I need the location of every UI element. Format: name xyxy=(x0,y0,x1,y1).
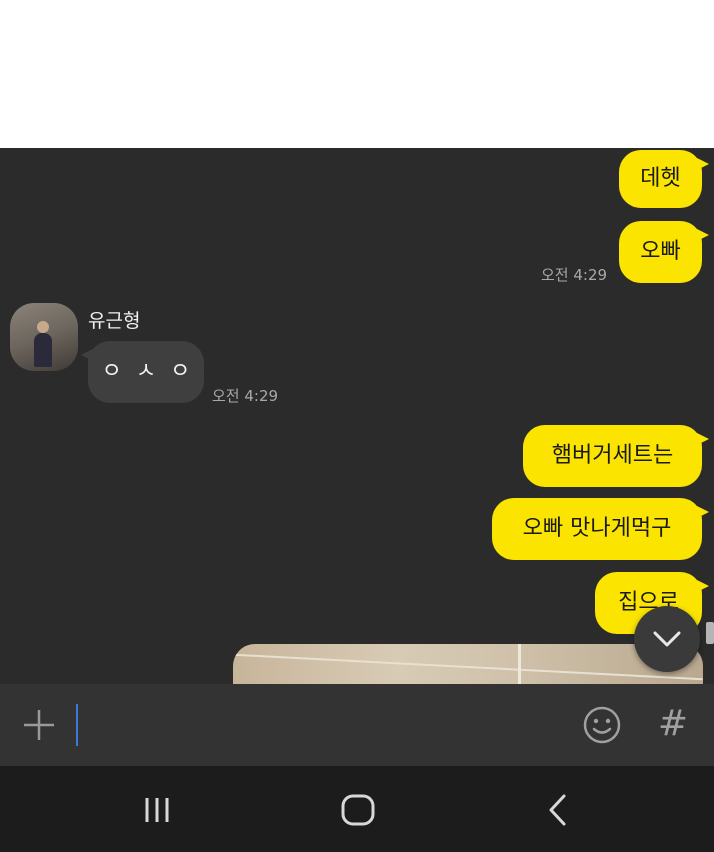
scrollbar-thumb[interactable] xyxy=(706,622,714,644)
message-text: 오빠 xyxy=(640,239,681,264)
sender-name: 유근형 xyxy=(88,310,141,332)
photo-detail xyxy=(518,644,521,684)
scroll-to-bottom-button[interactable] xyxy=(634,606,700,672)
avatar-photo xyxy=(34,321,52,367)
avatar[interactable] xyxy=(10,303,78,371)
message-input[interactable] xyxy=(74,700,554,750)
message-text: ㅇㅅㅇ xyxy=(101,359,205,384)
message-time: 오전 4:29 xyxy=(541,266,608,284)
plus-icon[interactable] xyxy=(22,708,56,742)
emoji-icon[interactable] xyxy=(582,705,622,745)
back-icon[interactable] xyxy=(538,790,578,830)
message-time: 오전 4:29 xyxy=(212,387,279,405)
recent-apps-icon[interactable] xyxy=(137,790,177,830)
text-cursor xyxy=(76,704,78,746)
photo-message[interactable] xyxy=(233,644,703,684)
photo-detail xyxy=(233,653,703,681)
message-bubble-mine[interactable]: 데헷 xyxy=(619,150,709,208)
hashtag-icon[interactable]: # xyxy=(656,704,690,744)
chat-message-list[interactable]: 데헷 오빠 오전 4:29 유근형 ㅇㅅㅇ 오전 4:29 햄버거세트는 오빠 … xyxy=(0,148,714,684)
message-text: 햄버거세트는 xyxy=(551,443,674,468)
home-icon[interactable] xyxy=(338,790,378,830)
message-bubble-mine[interactable]: 햄버거세트는 xyxy=(523,425,709,487)
message-bubble-mine[interactable]: 오빠 xyxy=(619,221,709,283)
message-text: 데헷 xyxy=(640,166,681,191)
message-text: 오빠 맛나게먹구 xyxy=(522,516,672,541)
status-area xyxy=(0,0,714,148)
message-bubble-other[interactable]: ㅇㅅㅇ xyxy=(81,341,205,403)
message-bubble-mine[interactable]: 오빠 맛나게먹구 xyxy=(492,498,709,560)
chevron-down-icon xyxy=(653,631,681,647)
